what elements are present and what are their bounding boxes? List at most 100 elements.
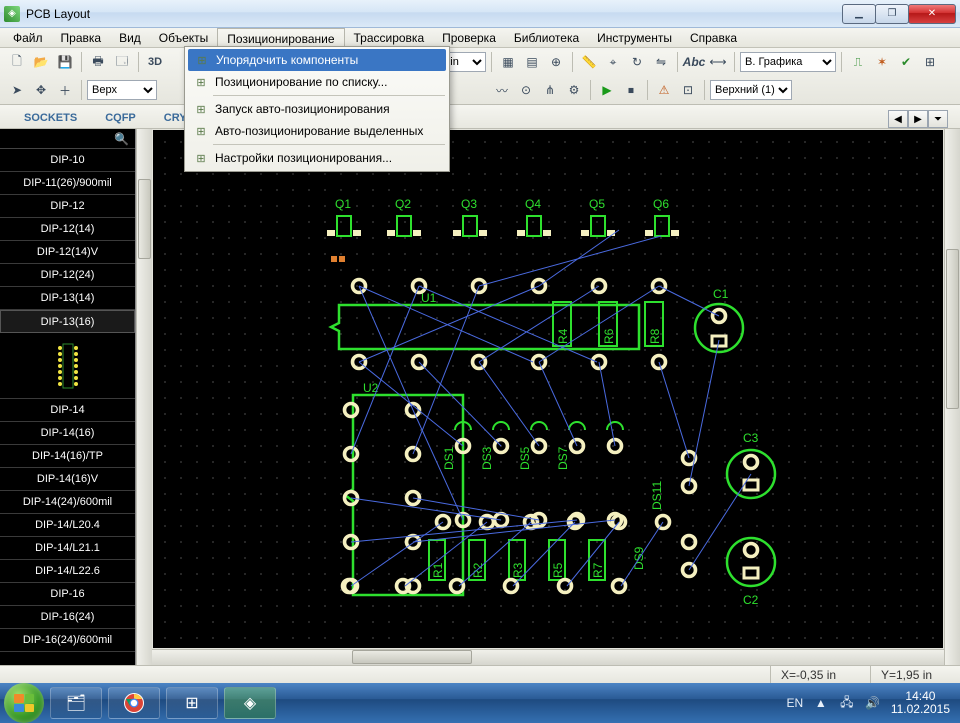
pan-icon[interactable]: ✥ [30, 79, 52, 101]
menu-item[interactable]: ⊞Запуск авто-позиционирования [187, 98, 447, 120]
tab-nav-2[interactable]: ⏷ [928, 110, 948, 128]
sidebar-item[interactable]: DIP-14 [0, 399, 135, 422]
sidebar-item[interactable]: DIP-16 [0, 583, 135, 606]
tab-cqfp[interactable]: CQFP [91, 108, 150, 128]
task-app1[interactable]: ⊞ [166, 687, 218, 719]
save-icon[interactable]: 💾 [54, 51, 76, 73]
svg-text:DS3: DS3 [480, 446, 494, 470]
sidebar-item[interactable]: DIP-10 [0, 149, 135, 172]
snap-icon[interactable]: ⌖ [602, 51, 624, 73]
start-button[interactable] [4, 683, 44, 723]
pointer-icon[interactable]: ➤ [6, 79, 28, 101]
sidebar-item[interactable]: DIP-14/L22.6 [0, 560, 135, 583]
menu-справка[interactable]: Справка [681, 28, 746, 47]
menu-item[interactable]: ⊞Позиционирование по списку... [187, 71, 447, 93]
pcb-canvas[interactable]: Q1Q2Q3Q4Q5Q6U1R4R6R8C1U2DS1DS3DS5DS7DS11… [153, 130, 943, 648]
open-icon[interactable]: 📂 [30, 51, 52, 73]
sidebar-item[interactable]: DIP-13(16) [0, 310, 135, 333]
tray-volume-icon[interactable]: 🔊 [865, 695, 881, 711]
sidebar-item[interactable]: DIP-11(26)/900mil [0, 172, 135, 195]
sidebar-item[interactable]: DIP-14(16)/TP [0, 445, 135, 468]
menu-item[interactable]: ⊞Авто-позиционирование выделенных [187, 120, 447, 142]
sidebar-scroll-thumb[interactable] [138, 179, 151, 259]
zoom-icon[interactable]: ＋ [54, 79, 76, 101]
flip-icon[interactable]: ⇋ [650, 51, 672, 73]
sidebar-item[interactable]: DIP-12(14) [0, 218, 135, 241]
h-scroll-thumb[interactable] [352, 650, 472, 664]
sidebar-item[interactable]: DIP-14/L21.1 [0, 537, 135, 560]
tray-flag-icon[interactable]: ▲ [813, 695, 829, 711]
origin-icon[interactable]: ⊕ [545, 51, 567, 73]
menu-item[interactable]: ⊞Упорядочить компоненты [188, 49, 446, 71]
grid-icon[interactable]: ▦ [497, 51, 519, 73]
new-icon[interactable]: 🗋 [6, 51, 28, 73]
graphics-select[interactable]: В. Графика [740, 52, 836, 72]
layer-icon[interactable]: ▤ [521, 51, 543, 73]
route-manual-icon[interactable]: 〰 [491, 79, 513, 101]
layer-select[interactable]: Верх [87, 80, 157, 100]
rotate-icon[interactable]: ↻ [626, 51, 648, 73]
sidebar-item[interactable]: DIP-14(16)V [0, 468, 135, 491]
menu-файл[interactable]: Файл [4, 28, 52, 47]
tab-sockets[interactable]: SOCKETS [10, 108, 91, 128]
text-tool-icon[interactable]: Abc [683, 51, 705, 73]
autoroute-icon[interactable]: ⚙ [563, 79, 585, 101]
tray-clock[interactable]: 14:40 11.02.2015 [891, 690, 950, 716]
menu-правка[interactable]: Правка [52, 28, 111, 47]
sidebar-item[interactable]: DIP-12(14)V [0, 241, 135, 264]
measure-icon[interactable]: 📏 [578, 51, 600, 73]
minimize-button[interactable]: ▁ [842, 4, 876, 24]
preview-icon[interactable]: 🗔 [111, 51, 133, 73]
sidebar-item[interactable]: DIP-12(24) [0, 264, 135, 287]
sidebar-item[interactable]: DIP-14/L20.4 [0, 514, 135, 537]
menu-item[interactable]: ⊞Настройки позиционирования... [187, 147, 447, 169]
task-chrome[interactable] [108, 687, 160, 719]
sidebar-list[interactable]: DIP-10DIP-11(26)/900milDIP-12DIP-12(14)D… [0, 149, 135, 665]
toolbars: 🗋 📂 💾 🖶 🗔 3D 05 in ▦ ▤ ⊕ 📏 ⌖ ↻ ⇋ Abc ⟷ В… [0, 48, 960, 105]
task-pcb[interactable]: ◈ [224, 687, 276, 719]
sidebar-header: 🔍 [0, 129, 135, 149]
sidebar-item[interactable]: DIP-13(14) [0, 287, 135, 310]
stop-icon[interactable]: ⏹ [620, 79, 642, 101]
app-icon: ◈ [4, 6, 20, 22]
route-icon[interactable]: ⎍ [847, 51, 869, 73]
sidebar-item[interactable]: DIP-14(24)/600mil [0, 491, 135, 514]
maximize-button[interactable]: ❐ [875, 4, 909, 24]
3d-button[interactable]: 3D [144, 51, 166, 73]
layer2-select[interactable]: Верхний (1) [710, 80, 792, 100]
menu-трассировка[interactable]: Трассировка [345, 28, 434, 47]
menu-объекты[interactable]: Объекты [150, 28, 218, 47]
menu-проверка[interactable]: Проверка [433, 28, 505, 47]
menu-item-label: Настройки позиционирования... [211, 151, 392, 165]
via-icon[interactable]: ⊙ [515, 79, 537, 101]
menu-позиционирование[interactable]: Позиционирование [217, 28, 344, 47]
canvas-v-scrollbar[interactable] [944, 129, 960, 665]
menu-вид[interactable]: Вид [110, 28, 150, 47]
tab-nav-0[interactable]: ◀ [888, 110, 908, 128]
close-button[interactable]: ✕ [908, 4, 956, 24]
canvas-h-scrollbar[interactable] [152, 649, 944, 665]
sidebar-item[interactable]: DIP-16(24)/600mil [0, 629, 135, 652]
sidebar-item[interactable]: DIP-12 [0, 195, 135, 218]
unroute-icon[interactable]: ✶ [871, 51, 893, 73]
drc-icon[interactable]: ⚠ [653, 79, 675, 101]
v-scroll-thumb[interactable] [946, 249, 959, 409]
run-icon[interactable]: ▶ [596, 79, 618, 101]
netlist-icon[interactable]: ⊞ [919, 51, 941, 73]
fanout-icon[interactable]: ⋔ [539, 79, 561, 101]
svg-text:C1: C1 [713, 287, 729, 301]
menu-библиотека[interactable]: Библиотека [505, 28, 588, 47]
net-icon[interactable]: ⊡ [677, 79, 699, 101]
sidebar-item[interactable]: DIP-14(16) [0, 422, 135, 445]
dimension-icon[interactable]: ⟷ [707, 51, 729, 73]
print-icon[interactable]: 🖶 [87, 51, 109, 73]
menu-инструменты[interactable]: Инструменты [588, 28, 681, 47]
tab-nav-1[interactable]: ▶ [908, 110, 928, 128]
check-icon[interactable]: ✔ [895, 51, 917, 73]
sidebar-item[interactable]: DIP-16(24) [0, 606, 135, 629]
binoculars-icon[interactable]: 🔍 [114, 132, 129, 146]
tray-network-icon[interactable]: 🖧 [839, 695, 855, 711]
lang-indicator[interactable]: EN [787, 695, 803, 711]
sidebar-scrollbar[interactable] [136, 129, 152, 665]
task-explorer[interactable]: 🗂 [50, 687, 102, 719]
